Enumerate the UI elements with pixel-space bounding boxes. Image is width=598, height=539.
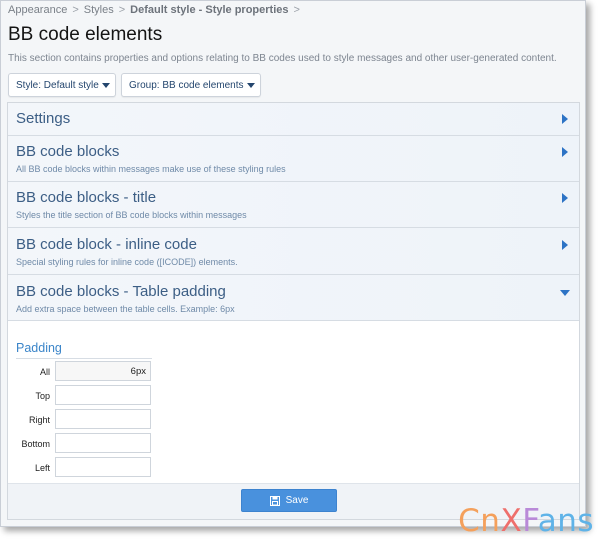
- save-button[interactable]: Save: [241, 489, 337, 512]
- breadcrumb-item-styles[interactable]: Styles: [84, 4, 114, 16]
- breadcrumb: Appearance > Styles > Default style - Style …: [8, 4, 305, 16]
- watermark-part: X: [500, 503, 523, 539]
- floppy-disk-icon: [269, 495, 280, 506]
- padding-all-input[interactable]: [55, 361, 151, 381]
- style-filter-label: Style: Default style: [16, 79, 99, 91]
- section-settings[interactable]: Settings: [8, 103, 579, 136]
- watermark-part: ans: [537, 503, 594, 539]
- caret-down-icon: [101, 83, 110, 88]
- page-title: BB code elements: [8, 24, 163, 45]
- padding-top-input[interactable]: [55, 385, 151, 405]
- section-title: BB code blocks - Table padding: [16, 283, 226, 300]
- padding-group-title: Padding: [16, 341, 62, 355]
- save-button-label: Save: [285, 495, 309, 506]
- breadcrumb-item-current[interactable]: Default style - Style properties: [130, 4, 288, 16]
- caret-down-icon: [246, 83, 255, 88]
- group-filter-label: Group: BB code elements: [129, 79, 244, 91]
- section-title: BB code blocks - title: [16, 189, 157, 206]
- section-title: BB code block - inline code: [16, 236, 197, 253]
- breadcrumb-separator: >: [293, 4, 300, 16]
- padding-right-input[interactable]: [55, 409, 151, 429]
- breadcrumb-item-appearance[interactable]: Appearance: [8, 4, 67, 16]
- padding-bottom-input[interactable]: [55, 433, 151, 453]
- watermark-logo: CnXFans: [458, 506, 594, 537]
- divider: [16, 358, 152, 359]
- padding-left-input[interactable]: [55, 457, 151, 477]
- section-bb-code-table-padding[interactable]: BB code blocks - Table padding Add extra…: [8, 275, 579, 321]
- section-description: Styles the title section of BB code bloc…: [16, 210, 247, 220]
- style-properties-panel: Settings BB code blocks All BB code bloc…: [7, 102, 580, 520]
- section-bb-code-inline-code[interactable]: BB code block - inline code Special styl…: [8, 228, 579, 275]
- padding-right-label: Right: [28, 415, 50, 425]
- section-bb-code-blocks-title[interactable]: BB code blocks - title Styles the title …: [8, 182, 579, 228]
- section-description: All BB code blocks within messages make …: [16, 164, 286, 174]
- watermark-part: F: [522, 503, 538, 539]
- chevron-down-icon: [560, 290, 570, 296]
- padding-all-label: All: [39, 367, 50, 377]
- chevron-right-icon: [562, 193, 568, 203]
- page-description: This section contains properties and opt…: [8, 53, 557, 64]
- breadcrumb-separator: >: [72, 4, 79, 16]
- section-title: BB code blocks: [16, 143, 120, 160]
- app-window: Appearance > Styles > Default style - Style …: [0, 0, 586, 527]
- chevron-right-icon: [562, 114, 568, 124]
- padding-bottom-label: Bottom: [21, 439, 50, 449]
- breadcrumb-separator: >: [118, 4, 126, 16]
- group-filter-dropdown[interactable]: Group: BB code elements: [121, 73, 261, 97]
- chevron-right-icon: [562, 147, 568, 157]
- section-title: Settings: [16, 110, 71, 127]
- section-description: Special styling rules for inline code ([…: [16, 257, 238, 267]
- chevron-right-icon: [562, 240, 568, 250]
- style-filter-dropdown[interactable]: Style: Default style: [8, 73, 116, 97]
- section-description: Add extra space between the table cells.…: [16, 304, 235, 314]
- padding-left-label: Left: [34, 463, 50, 473]
- padding-top-label: Top: [35, 391, 50, 401]
- section-bb-code-blocks[interactable]: BB code blocks All BB code blocks within…: [8, 136, 579, 182]
- watermark-part: Cn: [458, 503, 501, 539]
